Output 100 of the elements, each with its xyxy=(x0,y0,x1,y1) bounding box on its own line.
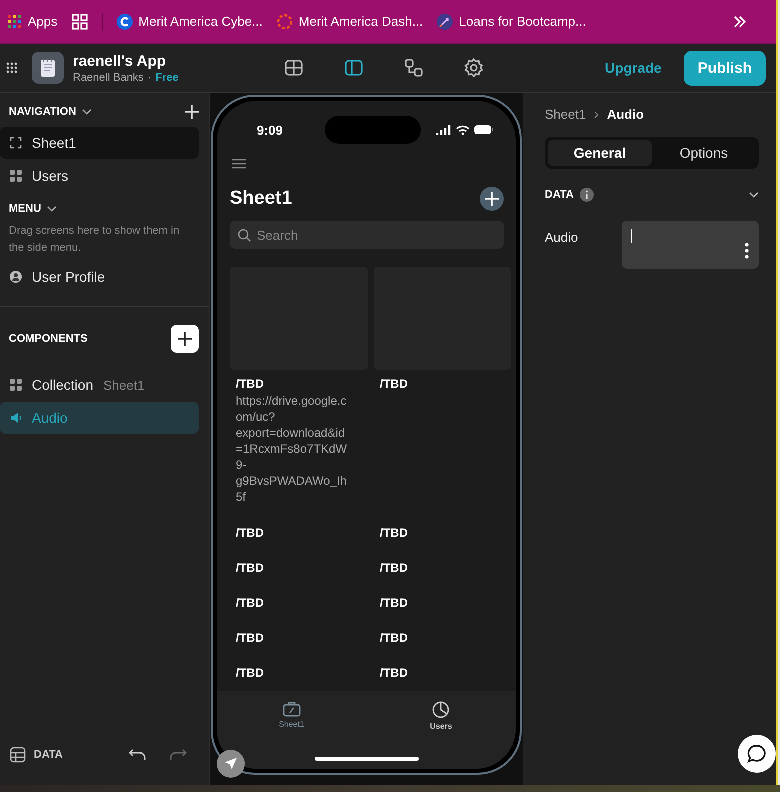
double-chevron-icon xyxy=(734,16,746,28)
screen-title: Sheet1 xyxy=(230,188,292,210)
add-component-button[interactable] xyxy=(171,325,199,353)
item-label: User Profile xyxy=(32,269,106,285)
data-label: DATA xyxy=(34,749,63,761)
audio-input-field[interactable] xyxy=(622,221,759,269)
briefcase-icon xyxy=(282,701,301,717)
apps-menu-icon[interactable] xyxy=(6,62,18,74)
tab-bar-item[interactable]: Sheet1 xyxy=(217,691,366,739)
chevron-down-icon xyxy=(82,109,92,115)
chevron-down-icon xyxy=(47,206,58,212)
rocket-icon xyxy=(437,14,454,30)
card-title[interactable]: /TBD xyxy=(374,596,511,610)
battery-icon xyxy=(474,125,494,135)
sidebar-item[interactable]: User Profile xyxy=(0,261,199,293)
card-title[interactable]: /TBD xyxy=(374,666,511,680)
bookmark[interactable]: Apps xyxy=(8,14,58,29)
card-title[interactable]: /TBD xyxy=(230,631,368,645)
card-title[interactable]: /TBD xyxy=(374,561,511,575)
menu-icon[interactable] xyxy=(232,159,246,169)
redo-arrow-icon xyxy=(169,749,187,761)
status-time: 9:09 xyxy=(257,122,284,138)
layout-icon xyxy=(344,58,364,78)
sidebar-item[interactable]: Sheet1 xyxy=(0,127,199,159)
user-icon xyxy=(10,271,22,283)
workflow-icon xyxy=(404,58,424,78)
section-title: MENU xyxy=(9,203,42,215)
search-icon xyxy=(238,228,251,242)
pie-chart-icon xyxy=(432,701,450,719)
table-icon xyxy=(10,747,26,763)
item-label: Audio xyxy=(32,410,68,426)
settings-icon xyxy=(464,58,484,78)
grid-icon xyxy=(72,14,88,30)
card-title[interactable]: /TBD xyxy=(374,526,511,540)
sidebar-item[interactable]: Users xyxy=(0,160,199,192)
speaker-icon xyxy=(10,412,22,424)
redo-icon[interactable] xyxy=(169,749,187,761)
undo-icon[interactable] xyxy=(129,749,147,761)
separator-dot: · xyxy=(148,72,152,84)
pointer-button[interactable] xyxy=(217,750,245,778)
owner-name: Raenell Banks xyxy=(73,72,144,84)
upgrade-link[interactable]: Upgrade xyxy=(601,56,666,80)
sidebar-item[interactable]: Audio xyxy=(0,402,199,434)
cursor-arrow-icon xyxy=(224,757,238,771)
section-title: DATA xyxy=(545,189,574,201)
add-button[interactable] xyxy=(185,105,199,119)
chat-bubble-icon xyxy=(747,744,767,764)
signal-icon xyxy=(436,125,452,135)
breadcrumb-item: Audio xyxy=(607,107,644,122)
overflow-chevrons-icon[interactable] xyxy=(734,16,746,28)
info-icon xyxy=(580,188,594,202)
dashed-ring-icon xyxy=(276,14,293,30)
plus-icon xyxy=(185,105,199,119)
item-label: Sheet1 xyxy=(32,135,76,151)
item-detail: Sheet1 xyxy=(103,378,145,392)
field-label: Audio xyxy=(545,229,580,247)
search-field[interactable]: Search xyxy=(230,221,504,249)
apps-icon xyxy=(8,14,22,28)
item-label: Collection xyxy=(32,377,94,393)
sidebar-item[interactable]: Collection Sheet1 xyxy=(0,369,199,401)
wifi-icon xyxy=(456,125,470,135)
card-title[interactable]: /TBD xyxy=(230,561,368,575)
card-subtitle: https://drive.google.com/uc?export=download&id=1RcxmFs8o7TKdW9-g9BvsPWADAWo_Ih5f xyxy=(235,393,348,505)
grid-icon xyxy=(10,379,22,391)
breadcrumb-item[interactable]: Sheet1 xyxy=(545,107,586,122)
section-title: COMPONENTS xyxy=(9,333,88,345)
card-title[interactable]: /TBD xyxy=(230,526,368,540)
card-title[interactable]: /TBD xyxy=(230,666,368,680)
bookmark[interactable]: Loans for Bootcamp... xyxy=(437,14,586,30)
hamburger-icon xyxy=(232,159,246,169)
plus-icon xyxy=(178,332,192,346)
more-vertical-icon xyxy=(745,243,749,259)
grid-icon xyxy=(10,170,22,182)
table-icon xyxy=(284,58,304,78)
notebook-icon xyxy=(40,58,56,78)
inspector-tab[interactable]: General xyxy=(548,140,652,166)
bookmark[interactable]: Merit America Cybe... xyxy=(116,14,263,30)
add-button[interactable] xyxy=(480,187,504,211)
section-title: NAVIGATION xyxy=(9,106,76,118)
chevron-down-icon xyxy=(749,192,759,198)
card-title[interactable]: /TBD xyxy=(374,631,511,645)
c-logo-icon xyxy=(116,14,133,30)
card-title[interactable]: /TBD xyxy=(374,377,511,391)
frame-icon xyxy=(10,137,22,149)
plus-icon xyxy=(485,192,499,206)
menu-hint: Drag screens here to show them in the side menu. xyxy=(8,224,181,256)
chevron-right-icon xyxy=(594,110,600,118)
tab-bar-item[interactable]: Users xyxy=(366,691,516,739)
search-input[interactable]: Search xyxy=(257,228,496,242)
undo-arrow-icon xyxy=(129,749,147,761)
bookmark[interactable] xyxy=(72,14,88,30)
chat-button[interactable] xyxy=(738,735,776,773)
dots-grid-icon xyxy=(6,62,18,74)
plan-label: Free xyxy=(156,72,179,84)
item-label: Users xyxy=(32,168,69,184)
card-title[interactable]: /TBD xyxy=(230,377,368,391)
bookmark[interactable]: Merit America Dash... xyxy=(276,14,424,30)
inspector-tab[interactable]: Options xyxy=(652,140,756,166)
app-name: raenell's App xyxy=(73,52,168,70)
card-title[interactable]: /TBD xyxy=(230,596,368,610)
